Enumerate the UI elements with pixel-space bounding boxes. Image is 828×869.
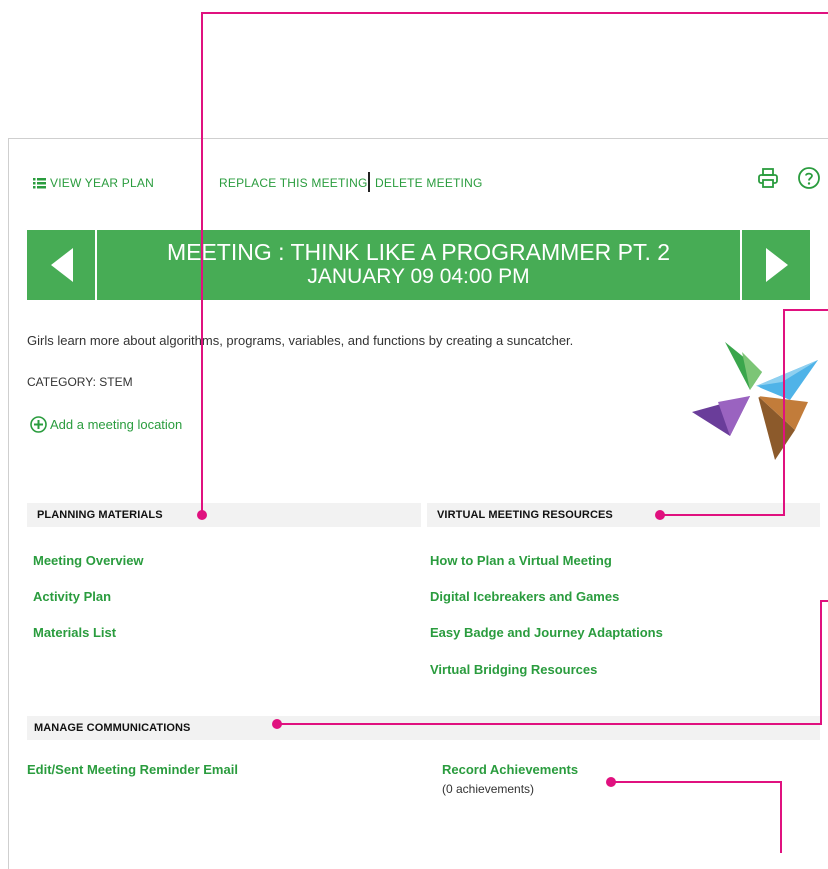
badge-journey-adaptations-link[interactable]: Easy Badge and Journey Adaptations — [430, 625, 663, 640]
next-meeting-button[interactable] — [740, 230, 810, 300]
printer-icon[interactable] — [756, 166, 780, 190]
planning-materials-header: PLANNING MATERIALS — [27, 503, 421, 527]
callout-line — [612, 781, 782, 783]
replace-meeting-link[interactable]: REPLACE THIS MEETING — [219, 176, 367, 190]
plus-circle-icon — [30, 416, 47, 436]
callout-dot — [272, 719, 282, 729]
activity-plan-link[interactable]: Activity Plan — [33, 589, 111, 604]
meeting-title: MEETING : THINK LIKE A PROGRAMMER PT. 2 — [166, 239, 671, 265]
pinwheel-image — [690, 330, 820, 465]
help-icon[interactable] — [797, 166, 821, 190]
manage-communications-title: MANAGE COMMUNICATIONS — [34, 722, 191, 734]
materials-list-link[interactable]: Materials List — [33, 625, 116, 640]
meeting-description: Girls learn more about algorithms, progr… — [27, 333, 574, 348]
callout-line — [783, 309, 785, 515]
callout-dot — [655, 510, 665, 520]
view-year-plan-label: VIEW YEAR PLAN — [50, 176, 154, 190]
view-year-plan-link[interactable]: VIEW YEAR PLAN — [33, 176, 154, 192]
callout-dot — [197, 510, 207, 520]
previous-meeting-button[interactable] — [27, 230, 97, 300]
toolbar-divider — [368, 172, 370, 192]
chevron-right-icon — [766, 248, 788, 282]
meeting-category: CATEGORY: STEM — [27, 375, 133, 389]
meeting-datetime: JANUARY 09 04:00 PM — [307, 265, 530, 288]
meeting-overview-link[interactable]: Meeting Overview — [33, 553, 144, 568]
delete-meeting-link[interactable]: DELETE MEETING — [375, 176, 482, 190]
manage-communications-header: MANAGE COMMUNICATIONS — [27, 716, 820, 740]
callout-line — [783, 309, 828, 311]
callout-line — [201, 12, 203, 515]
reminder-email-link[interactable]: Edit/Sent Meeting Reminder Email — [27, 762, 238, 777]
callout-line — [277, 723, 822, 725]
callout-line — [780, 781, 782, 853]
meeting-banner: MEETING : THINK LIKE A PROGRAMMER PT. 2 … — [27, 230, 810, 300]
record-achievements-link[interactable]: Record Achievements — [442, 762, 578, 777]
plan-virtual-meeting-link[interactable]: How to Plan a Virtual Meeting — [430, 553, 612, 568]
callout-line — [660, 514, 785, 516]
chevron-left-icon — [51, 248, 73, 282]
callout-line — [201, 12, 828, 14]
add-location-label: Add a meeting location — [50, 417, 183, 432]
add-location-link[interactable]: Add a meeting location — [30, 416, 182, 436]
callout-dot — [606, 777, 616, 787]
achievements-count: (0 achievements) — [442, 782, 535, 796]
virtual-resources-title: VIRTUAL MEETING RESOURCES — [437, 509, 613, 521]
planning-materials-title: PLANNING MATERIALS — [37, 509, 163, 521]
digital-icebreakers-link[interactable]: Digital Icebreakers and Games — [430, 589, 619, 604]
virtual-bridging-link[interactable]: Virtual Bridging Resources — [430, 662, 597, 677]
list-icon — [33, 178, 46, 192]
callout-line — [820, 600, 822, 724]
